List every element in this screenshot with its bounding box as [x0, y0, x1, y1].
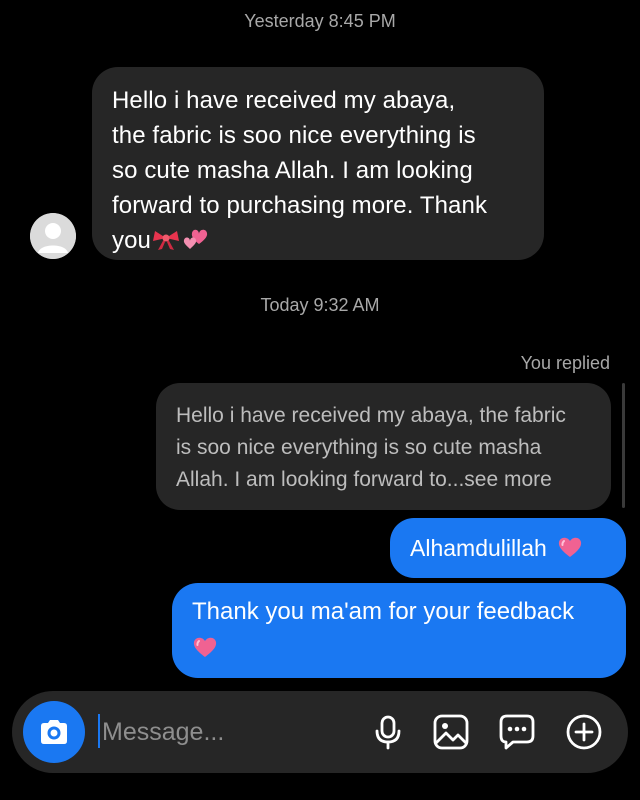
more-options-button[interactable]	[565, 713, 603, 751]
sticker-icon	[499, 714, 535, 750]
sent-message-bubble[interactable]: Alhamdulillah	[390, 518, 626, 578]
gallery-button[interactable]	[432, 713, 470, 751]
message-line: the fabric is soo nice everything is	[112, 122, 476, 149]
sent-message-bubble[interactable]: Thank you ma'am for your feedback	[172, 583, 626, 678]
camera-icon	[41, 720, 67, 744]
contact-avatar[interactable]	[30, 213, 76, 259]
message-line-text: you	[112, 227, 151, 254]
message-line: forward to purchasing more. Thank	[112, 192, 488, 219]
quoted-message-bubble[interactable]: Hello i have received my abaya, the fabr…	[156, 383, 611, 510]
microphone-icon	[375, 715, 401, 750]
default-avatar-icon	[30, 213, 76, 259]
sent-message-text: Thank you ma'am for your feedback	[192, 598, 575, 625]
text-cursor	[98, 714, 100, 748]
message-line-last: you	[112, 223, 524, 262]
pink-heart-emoji	[557, 535, 583, 565]
quoted-line: Allah. I am looking forward to...see mor…	[176, 468, 552, 491]
two-hearts-emoji	[181, 226, 211, 262]
reply-indicator-bar	[622, 383, 625, 508]
you-replied-label: You replied	[520, 353, 610, 373]
microphone-button[interactable]	[369, 713, 407, 751]
message-composer	[12, 691, 628, 773]
timestamp-today: Today 9:32 AM	[260, 295, 380, 315]
pink-heart-emoji	[192, 635, 218, 669]
message-line: Hello i have received my abaya,	[112, 87, 456, 114]
quoted-line: is soo nice everything is so cute masha	[176, 436, 542, 459]
message-line: so cute masha Allah. I am looking	[112, 157, 473, 184]
camera-button[interactable]	[23, 701, 85, 763]
timestamp-yesterday: Yesterday 8:45 PM	[244, 11, 396, 31]
ribbon-emoji	[152, 227, 180, 262]
message-input[interactable]	[102, 709, 362, 755]
quoted-line: Hello i have received my abaya, the fabr…	[176, 404, 566, 427]
sticker-button[interactable]	[498, 713, 536, 751]
sent-message-text: Alhamdulillah	[410, 534, 547, 561]
gallery-icon	[433, 714, 469, 750]
plus-icon	[566, 714, 602, 750]
received-message-bubble[interactable]: Hello i have received my abaya, the fabr…	[92, 67, 544, 260]
